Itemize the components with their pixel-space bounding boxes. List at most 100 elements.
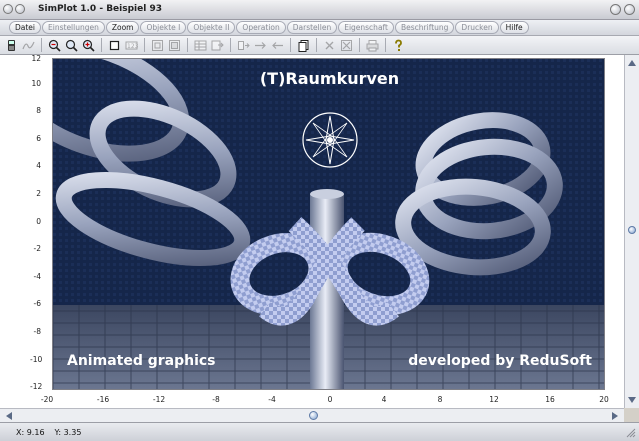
copy-left-button[interactable]	[236, 38, 251, 53]
scroll-down-arrow-icon[interactable]	[625, 393, 639, 407]
pages-icon	[298, 39, 309, 52]
x-tick-label: 20	[599, 395, 609, 404]
scrollbar-corner	[624, 408, 639, 422]
restore-window-icon[interactable]	[624, 4, 635, 15]
print-icon	[366, 39, 379, 51]
delete-all-button[interactable]	[339, 38, 354, 53]
minimize-window-icon[interactable]	[15, 4, 25, 14]
cursor-x-readout: X: 9.16	[16, 427, 45, 437]
y-tick-label: -6	[33, 299, 41, 308]
horizontal-scrollbar[interactable]	[0, 408, 624, 422]
x-axis: -20 -16 -12 -8 -4 0 4 8 12 16 20	[0, 394, 624, 408]
toolbar-separator	[230, 38, 231, 52]
menu-drucken[interactable]: Drucken	[455, 21, 499, 34]
menu-objekte-1[interactable]: Objekte I	[140, 21, 187, 34]
window-titlebar: SimPlot 1.0 - Beispiel 93	[0, 0, 639, 20]
y-tick-label: 8	[36, 106, 41, 115]
help-icon	[395, 39, 402, 51]
arrow-right-button[interactable]	[253, 38, 268, 53]
scene-caption-left: Animated graphics	[67, 353, 216, 369]
y-tick-label: -8	[33, 327, 41, 336]
resize-grip-icon[interactable]	[626, 428, 636, 438]
scroll-up-arrow-icon[interactable]	[625, 56, 639, 70]
menu-hilfe[interactable]: Hilfe	[499, 21, 529, 34]
toolbar: 123	[0, 36, 639, 55]
x-tick-label: 12	[489, 395, 499, 404]
menu-datei[interactable]: Datei	[9, 21, 42, 34]
scroll-right-arrow-icon[interactable]	[608, 409, 622, 422]
copy-left-icon	[238, 40, 250, 50]
pages-button[interactable]	[296, 38, 311, 53]
help-button[interactable]	[391, 38, 406, 53]
window-controls-right	[610, 4, 635, 15]
table-button[interactable]	[193, 38, 208, 53]
scene-title: (T)Raumkurven	[260, 69, 399, 88]
menu-bar: Datei Einstellungen Zoom Objekte I Objek…	[0, 20, 639, 36]
zoom-button[interactable]	[64, 38, 79, 53]
horizontal-scroll-thumb[interactable]	[309, 411, 318, 420]
toolbar-separator	[144, 38, 145, 52]
arrow-right-icon	[255, 41, 266, 49]
toolbar-separator	[101, 38, 102, 52]
x-tick-label: -12	[152, 395, 166, 404]
window-title: SimPlot 1.0 - Beispiel 93	[38, 4, 162, 14]
cursor-y-readout: Y: 3.35	[54, 427, 82, 437]
zoom-out-button[interactable]	[47, 38, 62, 53]
calculator-button[interactable]	[4, 38, 19, 53]
export-button[interactable]	[210, 38, 225, 53]
x-tick-label: 0	[327, 395, 333, 404]
status-bar: X: 9.16 Y: 3.35	[0, 422, 639, 441]
numbers-icon: 123	[125, 41, 138, 50]
y-tick-label: -12	[30, 382, 43, 391]
menu-operation[interactable]: Operation	[236, 21, 286, 34]
grid-b-icon	[169, 39, 180, 51]
grid-b-button[interactable]	[167, 38, 182, 53]
print-button[interactable]	[365, 38, 380, 53]
vertical-scrollbar[interactable]	[624, 55, 639, 408]
menu-beschriftung[interactable]: Beschriftung	[394, 21, 455, 34]
table-icon	[194, 40, 207, 50]
menu-einstellungen[interactable]: Einstellungen	[42, 21, 105, 34]
function-button[interactable]	[21, 38, 36, 53]
menu-eigenschaft[interactable]: Eigenschaft	[338, 21, 394, 34]
zoom-icon	[65, 39, 78, 52]
x-tick-label: 16	[545, 395, 555, 404]
toolbar-separator	[359, 38, 360, 52]
window-controls-left	[3, 4, 25, 14]
menu-objekte-2[interactable]: Objekte II	[187, 21, 236, 34]
delete-button[interactable]	[322, 38, 337, 53]
y-tick-label: -10	[30, 355, 43, 364]
delete-icon	[325, 41, 334, 49]
plot-canvas[interactable]: (T)Raumkurven Animated graphics develope…	[52, 58, 605, 390]
zoom-out-icon	[48, 39, 61, 52]
y-tick-label: 10	[31, 79, 41, 88]
scroll-left-arrow-icon[interactable]	[2, 409, 16, 422]
y-tick-label: 0	[36, 217, 41, 226]
x-tick-label: -16	[96, 395, 110, 404]
frame-button[interactable]	[107, 38, 122, 53]
menu-darstellen[interactable]: Darstellen	[286, 21, 338, 34]
y-axis: 12 10 8 6 4 2 0 -2 -4 -6 -8 -10 -12	[0, 54, 52, 408]
y-tick-label: 4	[36, 161, 41, 170]
numbers-button[interactable]: 123	[124, 38, 139, 53]
x-tick-label: 8	[437, 395, 443, 404]
toolbar-separator	[187, 38, 188, 52]
calculator-icon	[8, 39, 15, 51]
x-tick-label: -8	[212, 395, 220, 404]
toolbar-separator	[290, 38, 291, 52]
function-icon	[22, 41, 35, 49]
close-window-icon[interactable]	[3, 4, 13, 14]
zoom-in-icon	[82, 39, 95, 52]
grid-a-button[interactable]	[150, 38, 165, 53]
zoom-in-button[interactable]	[81, 38, 96, 53]
vertical-scroll-thumb[interactable]	[628, 226, 636, 234]
toolbar-separator	[316, 38, 317, 52]
export-icon	[211, 40, 224, 50]
maximize-window-icon[interactable]	[610, 4, 621, 15]
y-tick-label: 6	[36, 134, 41, 143]
arrow-left-button[interactable]	[270, 38, 285, 53]
y-tick-label: -4	[33, 272, 41, 281]
menu-zoom[interactable]: Zoom	[105, 21, 140, 34]
plot-area[interactable]: 12 10 8 6 4 2 0 -2 -4 -6 -8 -10 -12 (T)R…	[0, 54, 624, 408]
x-tick-label: 4	[381, 395, 387, 404]
